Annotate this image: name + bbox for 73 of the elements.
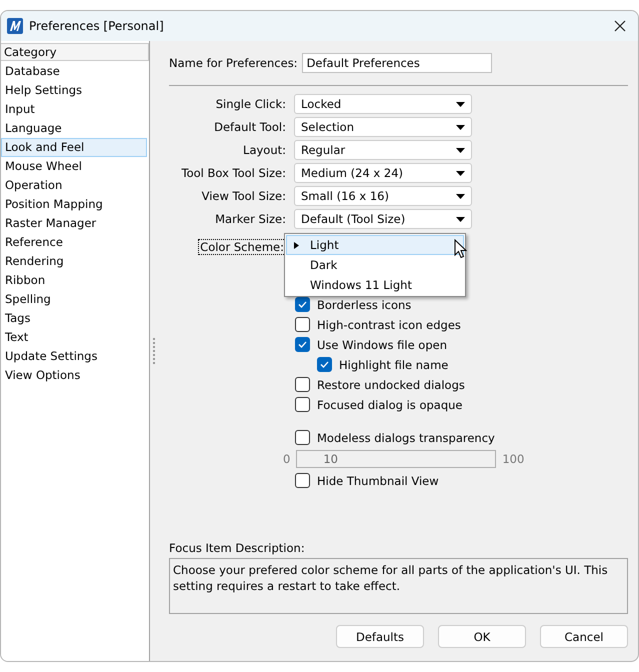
category-item[interactable]: Ribbon: [1, 271, 147, 290]
checkbox-label: Borderless icons: [317, 298, 412, 312]
dropdown-field[interactable]: Small (16 x 16): [294, 186, 472, 206]
field-label: Single Click:: [214, 97, 286, 111]
check-icon: [298, 301, 307, 308]
category-item[interactable]: Position Mapping: [1, 195, 147, 214]
category-item[interactable]: Spelling: [1, 290, 147, 309]
check-icon: [298, 341, 307, 348]
category-item[interactable]: Text: [1, 328, 147, 347]
field-label: View Tool Size:: [200, 189, 286, 203]
dialog-button[interactable]: Defaults: [336, 625, 424, 648]
category-item[interactable]: Tags: [1, 309, 147, 328]
window-title: Preferences [Personal]: [29, 19, 165, 33]
category-item[interactable]: Language: [1, 119, 147, 138]
checkbox[interactable]: [295, 473, 310, 488]
category-item[interactable]: Reference: [1, 233, 147, 252]
checkbox-label: Restore undocked dialogs: [317, 378, 465, 392]
check-icon: [320, 361, 329, 368]
category-item[interactable]: Raster Manager: [1, 214, 147, 233]
category-item[interactable]: Operation: [1, 176, 147, 195]
splitter-grip[interactable]: [152, 338, 156, 364]
caret-icon: [456, 102, 465, 106]
close-icon: [612, 18, 628, 34]
category-item[interactable]: Mouse Wheel: [1, 157, 147, 176]
category-item[interactable]: Update Settings: [1, 347, 147, 366]
caret-icon: [456, 124, 465, 130]
menu-item[interactable]: Windows 11 Light: [286, 275, 464, 295]
dropdown-field[interactable]: Locked: [294, 94, 472, 114]
checkbox[interactable]: [295, 297, 310, 312]
category-item[interactable]: Rendering: [1, 252, 147, 271]
app-icon: [7, 18, 23, 34]
dropdown-field[interactable]: Medium (24 x 24): [294, 163, 472, 183]
checkbox[interactable]: [317, 357, 332, 372]
checkbox-label: High-contrast icon edges: [317, 318, 461, 332]
field-label: Marker Size:: [214, 212, 286, 226]
checkbox-label: Focused dialog is opaque: [317, 398, 462, 412]
checkbox[interactable]: [295, 317, 310, 332]
category-item[interactable]: Help Settings: [1, 81, 147, 100]
caret-icon: [456, 194, 465, 198]
caret-icon: [456, 170, 465, 176]
dropdown-field[interactable]: Regular: [294, 140, 472, 160]
field-label: Layout:: [242, 143, 286, 157]
checkbox[interactable]: [295, 377, 310, 392]
checkbox[interactable]: [295, 337, 310, 352]
menu-item[interactable]: Dark: [286, 255, 464, 275]
column-header: Category: [1, 43, 149, 61]
field-label: Default Tool:: [213, 120, 286, 134]
name-field[interactable]: Default Preferences: [302, 53, 492, 73]
checkbox-label: Highlight file name: [339, 358, 448, 372]
transparency-field[interactable]: 10: [296, 450, 496, 468]
checkbox-label: Use Windows file open: [317, 338, 447, 352]
category-item[interactable]: View Options: [1, 366, 147, 385]
category-item[interactable]: Database: [1, 62, 147, 81]
dropdown-field[interactable]: Selection: [294, 117, 472, 137]
section-label: Focus Item Description:: [169, 541, 306, 555]
field-label: Tool Box Tool Size:: [180, 166, 286, 180]
checkbox[interactable]: [295, 430, 310, 445]
description-box: Choose your prefered color scheme for all parts of the application's UI. This setting requires a restart to take effect.: [169, 558, 628, 614]
scale-label: 0: [283, 452, 290, 466]
checkbox[interactable]: [295, 397, 310, 412]
dialog-button[interactable]: OK: [438, 625, 526, 648]
pointer-icon: [294, 242, 299, 249]
menu-item[interactable]: Light: [286, 235, 464, 255]
dropdown-field[interactable]: Default (Tool Size): [294, 209, 472, 229]
field-label: Name for Preferences:: [169, 56, 298, 70]
category-item[interactable]: Look and Feel: [1, 138, 147, 157]
dialog-button[interactable]: Cancel: [540, 625, 628, 648]
caret-icon: [456, 148, 465, 152]
category-item[interactable]: Input: [1, 100, 147, 119]
caret-icon: [456, 216, 465, 222]
scale-label: 100: [502, 452, 524, 466]
checkbox-label: Modeless dialogs transparency: [317, 430, 495, 444]
checkbox-label: Hide Thumbnail View: [317, 474, 439, 488]
